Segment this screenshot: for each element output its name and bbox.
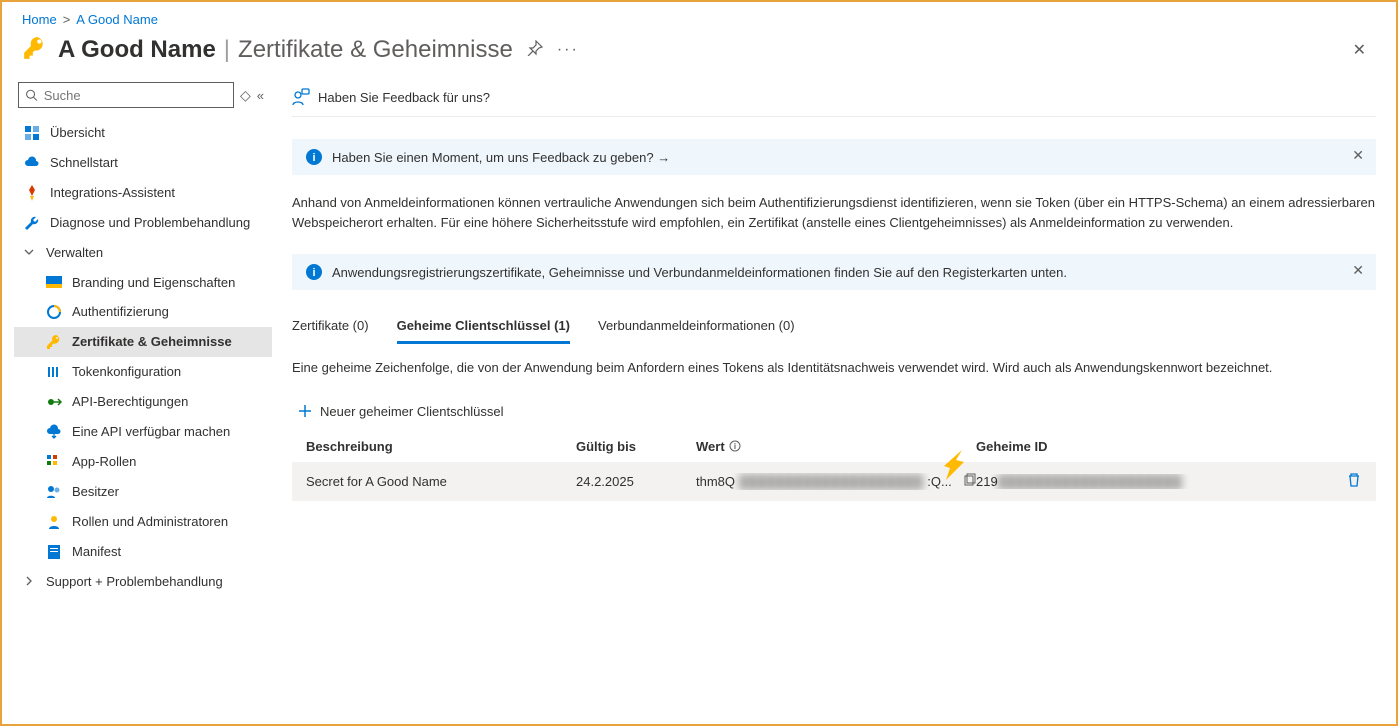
command-bar: Haben Sie Feedback für uns?: [292, 82, 1376, 117]
search-input[interactable]: [18, 82, 234, 108]
rocket-icon: [24, 185, 40, 201]
sidebar-item-certificates[interactable]: Zertifikate & Geheimnisse: [14, 327, 272, 357]
col-header-expires: Gültig bis: [576, 439, 696, 454]
settings-icon[interactable]: ◇: [240, 87, 251, 104]
col-header-secretid: Geheime ID: [976, 439, 1322, 454]
tab-certificates[interactable]: Zertifikate (0): [292, 310, 369, 344]
sidebar: ◇ « Übersicht Schnellstart Integrations-…: [2, 76, 272, 718]
key-icon: [46, 334, 62, 350]
feedback-banner-link[interactable]: Haben Sie einen Moment, um uns Feedback …: [332, 150, 670, 165]
plus-icon: [298, 404, 312, 418]
cell-description: Secret for A Good Name: [306, 474, 576, 489]
api-perm-icon: [46, 394, 62, 410]
more-icon[interactable]: ···: [557, 41, 579, 59]
tab-description: Eine geheime Zeichenfolge, die von der A…: [292, 358, 1376, 378]
sidebar-item-overview[interactable]: Übersicht: [14, 118, 272, 148]
overview-icon: [24, 125, 40, 141]
tabs: Zertifikate (0) Geheime Clientschlüssel …: [292, 310, 1376, 344]
expose-api-icon: [46, 424, 62, 440]
cell-expires: 24.2.2025: [576, 474, 696, 489]
manifest-icon: [46, 544, 62, 560]
chevron-right-icon: >: [63, 12, 71, 27]
breadcrumb: Home > A Good Name: [2, 2, 1396, 27]
main-content: Haben Sie Feedback für uns? i Haben Sie …: [272, 76, 1396, 718]
sidebar-item-auth[interactable]: Authentifizierung: [14, 297, 272, 327]
info-icon: i: [306, 149, 322, 165]
secrets-table: Beschreibung Gültig bis Wert i Geheime I…: [292, 431, 1376, 501]
breadcrumb-current[interactable]: A Good Name: [76, 12, 158, 27]
sidebar-item-quickstart[interactable]: Schnellstart: [14, 148, 272, 178]
wrench-icon: [24, 215, 40, 231]
sidebar-item-roles[interactable]: Rollen und Administratoren: [14, 507, 272, 537]
page-header: A Good Name | Zertifikate & Geheimnisse …: [2, 27, 1396, 76]
sidebar-item-diagnose[interactable]: Diagnose und Problembehandlung: [14, 208, 272, 238]
info-icon: i: [306, 264, 322, 280]
info-icon[interactable]: i: [729, 440, 741, 452]
close-icon[interactable]: ✕: [1353, 40, 1376, 60]
sidebar-item-branding[interactable]: Branding und Eigenschaften: [14, 268, 272, 298]
sidebar-group-support[interactable]: Support + Problembehandlung: [14, 567, 272, 597]
feedback-button[interactable]: Haben Sie Feedback für uns?: [292, 88, 490, 106]
chevron-down-icon: [24, 245, 36, 260]
sidebar-item-manifest[interactable]: Manifest: [14, 537, 272, 567]
cell-secretid: 219████████████████████: [976, 474, 1322, 489]
tab-client-secrets[interactable]: Geheime Clientschlüssel (1): [397, 310, 570, 344]
sidebar-item-exposeapi[interactable]: Eine API verfügbar machen: [14, 417, 272, 447]
table-row: Secret for A Good Name 24.2.2025 thm8Q██…: [292, 462, 1376, 501]
search-icon: [25, 88, 38, 102]
delete-icon[interactable]: [1346, 476, 1362, 491]
svg-text:i: i: [312, 152, 315, 164]
sidebar-group-manage[interactable]: Verwalten: [14, 238, 272, 268]
auth-icon: [46, 304, 62, 320]
key-icon: [22, 35, 48, 64]
arrow-callout-icon: [932, 448, 966, 485]
breadcrumb-home[interactable]: Home: [22, 12, 57, 27]
sidebar-item-integration[interactable]: Integrations-Assistent: [14, 178, 272, 208]
token-icon: [46, 364, 62, 380]
page-title: A Good Name: [58, 36, 216, 64]
feedback-banner: i Haben Sie einen Moment, um uns Feedbac…: [292, 139, 1376, 175]
page-subtitle: Zertifikate & Geheimnisse: [238, 36, 513, 64]
sidebar-item-apiperm[interactable]: API-Berechtigungen: [14, 387, 272, 417]
table-header: Beschreibung Gültig bis Wert i Geheime I…: [292, 431, 1376, 462]
dismiss-icon[interactable]: ✕: [1352, 147, 1364, 164]
person-feedback-icon: [292, 88, 310, 106]
description-text: Anhand von Anmeldeinformationen können v…: [292, 193, 1376, 232]
collapse-icon[interactable]: «: [257, 88, 264, 103]
svg-text:i: i: [734, 442, 736, 451]
svg-text:i: i: [312, 267, 315, 279]
pin-icon[interactable]: [527, 40, 543, 59]
cloud-icon: [24, 155, 40, 171]
owners-icon: [46, 484, 62, 500]
sidebar-item-owners[interactable]: Besitzer: [14, 477, 272, 507]
roles-icon: [46, 514, 62, 530]
sidebar-item-tokenconfig[interactable]: Tokenkonfiguration: [14, 357, 272, 387]
dismiss-icon[interactable]: ✕: [1352, 262, 1364, 279]
sidebar-item-approles[interactable]: App-Rollen: [14, 447, 272, 477]
branding-icon: [46, 276, 62, 288]
info-banner: i Anwendungsregistrierungszertifikate, G…: [292, 254, 1376, 290]
col-header-description: Beschreibung: [306, 439, 576, 454]
new-client-secret-button[interactable]: Neuer geheimer Clientschlüssel: [292, 400, 510, 423]
tab-federated[interactable]: Verbundanmeldeinformationen (0): [598, 310, 795, 344]
chevron-right-icon: [24, 574, 36, 589]
app-roles-icon: [46, 454, 62, 470]
